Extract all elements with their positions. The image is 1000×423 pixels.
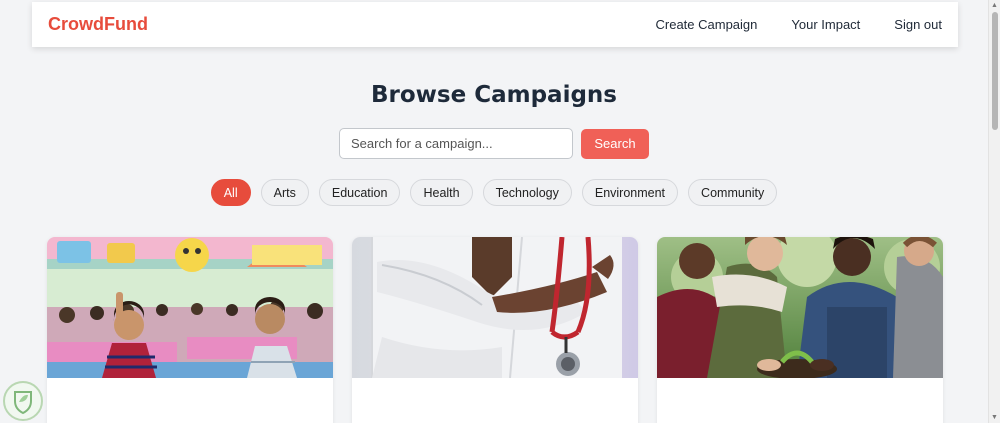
page: CrowdFund Create Campaign Your Impact Si…	[0, 0, 988, 423]
filter-chip-all[interactable]: All	[210, 179, 251, 206]
top-navbar: CrowdFund Create Campaign Your Impact Si…	[32, 2, 958, 47]
brand-logo[interactable]: CrowdFund	[48, 14, 148, 35]
filter-chip-education[interactable]: Education	[318, 179, 401, 206]
campaign-card[interactable]	[47, 237, 333, 423]
nav-links: Create Campaign Your Impact Sign out	[622, 17, 943, 32]
search-input[interactable]	[339, 128, 573, 159]
filter-chip-arts[interactable]: Arts	[260, 179, 309, 206]
search-bar: Search	[339, 128, 649, 159]
scroll-up-arrow-icon[interactable]: ▲	[991, 2, 998, 9]
create-campaign-link[interactable]: Create Campaign	[656, 17, 758, 32]
scroll-down-arrow-icon[interactable]: ▼	[991, 414, 998, 421]
category-filters: All Arts Education Health Technology Env…	[0, 179, 988, 206]
filter-chip-community[interactable]: Community	[688, 179, 778, 206]
shield-leaf-icon	[3, 381, 43, 421]
page-title: Browse Campaigns	[371, 82, 617, 108]
search-button[interactable]: Search	[581, 128, 649, 159]
campaign-card[interactable]	[657, 237, 943, 423]
filter-chip-technology[interactable]: Technology	[482, 179, 572, 206]
page-scrollbar[interactable]: ▲ ▼	[988, 0, 1000, 423]
filter-chip-environment[interactable]: Environment	[581, 179, 679, 206]
your-impact-link[interactable]: Your Impact	[791, 17, 860, 32]
scroll-thumb[interactable]	[992, 12, 998, 130]
sign-out-link[interactable]: Sign out	[894, 17, 942, 32]
classroom-children-photo	[47, 237, 333, 378]
doctor-stethoscope-photo	[352, 237, 638, 378]
volunteers-planting-photo	[657, 237, 943, 378]
campaign-card[interactable]	[352, 237, 638, 423]
filter-chip-health[interactable]: Health	[410, 179, 473, 206]
campaign-grid	[47, 237, 943, 423]
